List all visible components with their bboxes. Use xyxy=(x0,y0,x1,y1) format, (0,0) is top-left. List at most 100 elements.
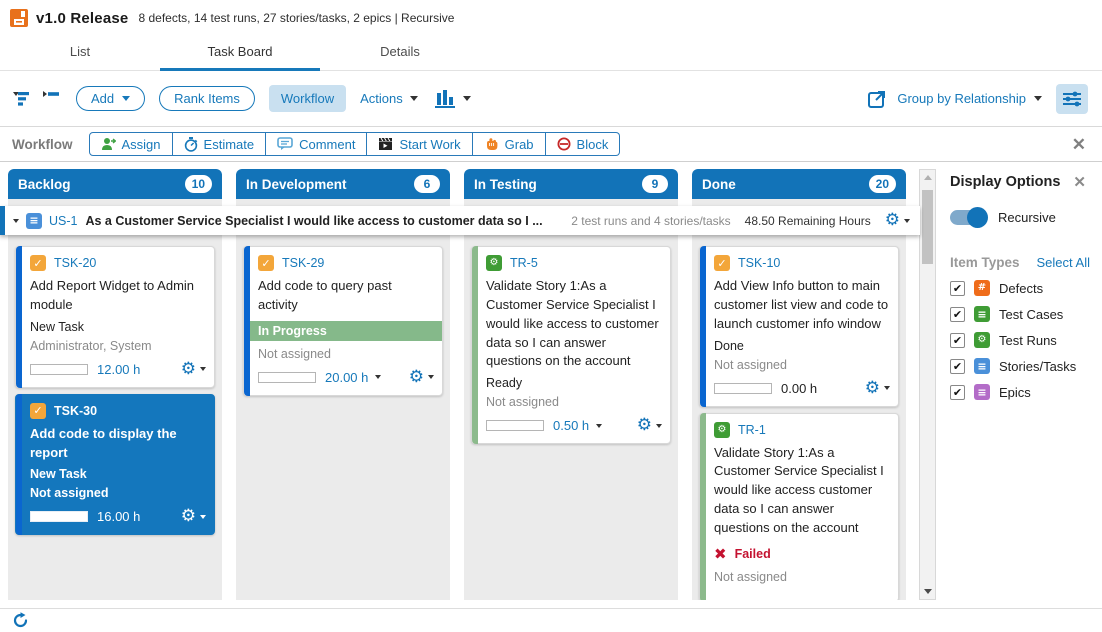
card-tsk-30[interactable]: ✓TSK-30Add code to display the reportNew… xyxy=(15,394,215,536)
card-color-strip xyxy=(700,246,706,407)
item-type-list: ✔ # Defects ✔ ≡ Test Cases ✔ ⚙ Test Runs… xyxy=(950,280,1092,400)
card-color-strip xyxy=(244,246,250,396)
card-title: Validate Story 1:As a Customer Service S… xyxy=(714,444,890,538)
chevron-down-icon[interactable] xyxy=(884,386,890,390)
comment-button[interactable]: Comment xyxy=(266,132,367,156)
tab-list[interactable]: List xyxy=(0,36,160,70)
assign-person-icon xyxy=(101,137,116,151)
gear-icon[interactable]: ⚙ xyxy=(637,417,652,434)
expand-all-icon[interactable] xyxy=(12,91,30,107)
assign-button[interactable]: Assign xyxy=(89,132,173,156)
progress-bar xyxy=(30,364,88,375)
collapse-all-icon[interactable] xyxy=(42,91,60,107)
chevron-down-icon xyxy=(1034,96,1042,101)
chevron-down-icon[interactable] xyxy=(904,219,910,223)
checkbox[interactable]: ✔ xyxy=(950,359,965,374)
gear-icon[interactable]: ⚙ xyxy=(181,508,196,525)
gear-icon[interactable]: ⚙ xyxy=(885,212,900,229)
card-id-link[interactable]: TSK-29 xyxy=(282,256,324,270)
tab-bar: List Task Board Details xyxy=(0,36,1102,71)
column-header: In Testing 9 xyxy=(464,169,678,199)
open-board-icon[interactable] xyxy=(867,89,887,109)
card-tsk-10[interactable]: ✓TSK-10Add View Info button to main cust… xyxy=(699,246,899,407)
start-work-button[interactable]: Start Work xyxy=(367,132,472,156)
close-icon[interactable]: ✕ xyxy=(1072,136,1086,153)
collapse-story-icon[interactable] xyxy=(13,219,19,223)
chevron-down-icon xyxy=(463,96,471,101)
task-check-icon: ✓ xyxy=(258,255,274,271)
progress-bar xyxy=(714,383,772,394)
gear-icon[interactable]: ⚙ xyxy=(865,380,880,397)
task-check-icon: ✓ xyxy=(30,403,46,419)
column-count-badge: 9 xyxy=(642,175,668,193)
chevron-down-icon xyxy=(122,96,130,101)
display-options-button[interactable] xyxy=(1056,84,1088,114)
block-icon xyxy=(557,137,571,151)
card-id-link[interactable]: TSK-30 xyxy=(54,404,97,418)
card-tr-5[interactable]: ⚙TR-5Validate Story 1:As a Customer Serv… xyxy=(471,246,671,444)
checkbox[interactable]: ✔ xyxy=(950,385,965,400)
rank-items-label: Rank Items xyxy=(174,91,240,106)
estimate-button[interactable]: Estimate xyxy=(173,132,267,156)
card-id-link[interactable]: TSK-10 xyxy=(738,256,780,270)
chart-menu-button[interactable] xyxy=(434,89,471,109)
main-toolbar: Add Rank Items Workflow Actions Group by… xyxy=(0,71,1102,127)
item-types-label: Item Types xyxy=(950,255,1020,270)
block-button[interactable]: Block xyxy=(546,132,621,156)
card-status: ✖Failed xyxy=(714,545,890,563)
rank-items-button[interactable]: Rank Items xyxy=(159,86,255,111)
defect-icon: # xyxy=(974,280,990,296)
release-icon xyxy=(10,9,28,27)
chevron-down-icon[interactable] xyxy=(200,515,206,519)
scroll-up-icon[interactable] xyxy=(924,175,932,180)
card-owner: Not assigned xyxy=(714,358,890,372)
gear-icon[interactable]: ⚙ xyxy=(181,361,196,378)
actions-button[interactable]: Actions xyxy=(360,91,418,106)
clapperboard-icon xyxy=(378,137,393,151)
task-check-icon: ✓ xyxy=(714,255,730,271)
scrollbar-thumb[interactable] xyxy=(922,190,933,264)
checkbox[interactable]: ✔ xyxy=(950,333,965,348)
chevron-down-icon[interactable] xyxy=(596,424,602,428)
chevron-down-icon[interactable] xyxy=(200,367,206,371)
select-all-link[interactable]: Select All xyxy=(1037,255,1090,270)
chevron-down-icon[interactable] xyxy=(428,375,434,379)
close-icon[interactable]: ✕ xyxy=(1073,175,1086,190)
stopwatch-icon xyxy=(184,137,198,152)
card-tsk-20[interactable]: ✓TSK-20Add Report Widget to Admin module… xyxy=(15,246,215,388)
workflow-action-bar: Workflow Assign Estimate Comment Start W… xyxy=(0,127,1102,162)
column-body: ✓TSK-29Add code to query past activityIn… xyxy=(236,199,450,600)
page-title: v1.0 Release xyxy=(36,10,128,27)
tab-details[interactable]: Details xyxy=(320,36,480,70)
card-color-strip xyxy=(700,413,706,600)
test-case-icon: ≡ xyxy=(974,306,990,322)
card-id-link[interactable]: TSK-20 xyxy=(54,256,96,270)
card-id-link[interactable]: TR-1 xyxy=(738,423,766,437)
story-row[interactable]: ≡ US-1 As a Customer Service Specialist … xyxy=(0,206,920,235)
chevron-down-icon[interactable] xyxy=(656,424,662,428)
display-options-title: Display Options xyxy=(950,174,1060,190)
refresh-icon[interactable] xyxy=(12,612,29,629)
column-header: Done 20 xyxy=(692,169,906,199)
checkbox[interactable]: ✔ xyxy=(950,281,965,296)
column-body: ⚙TR-5Validate Story 1:As a Customer Serv… xyxy=(464,199,678,600)
gear-icon[interactable]: ⚙ xyxy=(409,369,424,386)
checkbox[interactable]: ✔ xyxy=(950,307,965,322)
chevron-down-icon[interactable] xyxy=(375,375,381,379)
group-by-dropdown[interactable]: Group by Relationship xyxy=(897,91,1042,106)
grab-button[interactable]: Grab xyxy=(473,132,546,156)
task-check-icon: ✓ xyxy=(30,255,46,271)
recursive-toggle[interactable] xyxy=(950,210,986,225)
story-icon: ≡ xyxy=(974,358,990,374)
card-tr-1[interactable]: ⚙TR-1Validate Story 1:As a Customer Serv… xyxy=(699,413,899,600)
workflow-button[interactable]: Workflow xyxy=(269,85,346,112)
vertical-scrollbar[interactable] xyxy=(919,169,936,600)
story-id-link[interactable]: US-1 xyxy=(49,214,77,228)
group-by-label: Group by Relationship xyxy=(897,91,1026,106)
card-id-link[interactable]: TR-5 xyxy=(510,256,538,270)
failed-x-icon: ✖ xyxy=(714,545,727,563)
add-button[interactable]: Add xyxy=(76,86,145,111)
scroll-down-icon[interactable] xyxy=(924,589,932,594)
tab-task-board[interactable]: Task Board xyxy=(160,36,320,70)
card-tsk-29[interactable]: ✓TSK-29Add code to query past activityIn… xyxy=(243,246,443,396)
